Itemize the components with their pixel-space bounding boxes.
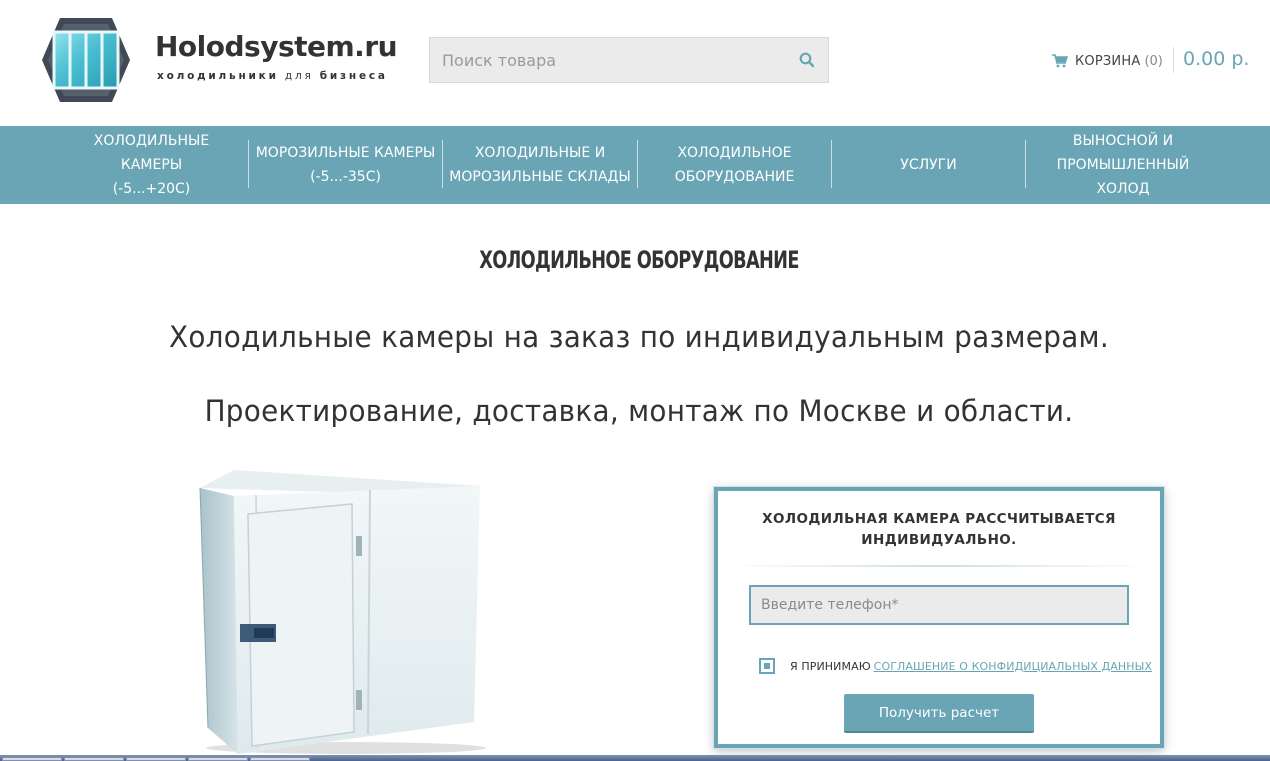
search-input[interactable] <box>430 38 790 82</box>
phone-field[interactable] <box>749 585 1129 625</box>
consent-row: Я ПРИНИМАЮ СОГЛАШЕНИЕ О КОНФИДИЦИАЛЬНЫХ … <box>759 657 1152 675</box>
nav-item-services[interactable]: УСЛУГИ <box>832 140 1025 190</box>
cart-label: КОРЗИНА <box>1075 53 1141 69</box>
site-header: Holodsystem.ru холодильники для бизнеса … <box>0 0 1270 126</box>
cart-total[interactable]: 0.00 р. <box>1183 48 1249 70</box>
cart-divider <box>1173 47 1174 73</box>
page-title: ХОЛОДИЛЬНОЕ ОБОРУДОВАНИЕ <box>479 246 799 274</box>
taskbar-button[interactable] <box>250 757 310 761</box>
privacy-agreement-link[interactable]: СОГЛАШЕНИЕ О КОНФИДИЦИАЛЬНЫХ ДАННЫХ <box>874 660 1152 673</box>
logo-icon <box>42 18 130 102</box>
nav-item-freezer-rooms[interactable]: МОРОЗИЛЬНЫЕ КАМЕРЫ (-5...-35С) <box>249 140 442 190</box>
consent-checkbox[interactable] <box>759 658 775 674</box>
taskbar-button[interactable] <box>2 757 62 761</box>
taskbar-button[interactable] <box>126 757 186 761</box>
form-title: ХОЛОДИЛЬНАЯ КАМЕРА РАССЧИТЫВАЕТСЯ ИНДИВИД… <box>762 511 1116 548</box>
taskbar-button[interactable] <box>188 757 248 761</box>
search-bar <box>429 37 829 83</box>
consent-text: Я ПРИНИМАЮ <box>790 659 871 673</box>
nav-item-remote-cooling[interactable]: ВЫНОСНОЙ И ПРОМЫШЛЕННЫЙ ХОЛОД <box>1026 133 1220 197</box>
site-logo[interactable]: Holodsystem.ru холодильники для бизнеса <box>40 14 400 106</box>
nav-item-equipment[interactable]: ХОЛОДИЛЬНОЕ ОБОРУДОВАНИЕ <box>638 140 831 190</box>
logo-title: Holodsystem.ru <box>155 30 398 63</box>
cold-room-image <box>199 470 486 754</box>
main-nav: ХОЛОДИЛЬНЫЕ КАМЕРЫ (-5...+20С) МОРОЗИЛЬНЫ… <box>0 126 1270 204</box>
cart-count: (0) <box>1144 53 1163 69</box>
get-quote-button[interactable]: Получить расчет <box>844 694 1034 733</box>
calculation-form: ХОЛОДИЛЬНАЯ КАМЕРА РАССЧИТЫВАЕТСЯ ИНДИВИД… <box>714 487 1164 748</box>
logo-tagline: холодильники для бизнеса <box>157 70 388 82</box>
cart-link[interactable]: КОРЗИНА (0) <box>1052 50 1163 72</box>
lead-text-1: Холодильные камеры на заказ по индивидуа… <box>169 320 1109 354</box>
nav-item-cold-rooms[interactable]: ХОЛОДИЛЬНЫЕ КАМЕРЫ (-5...+20С) <box>55 133 248 197</box>
form-divider <box>728 565 1150 567</box>
taskbar-button[interactable] <box>64 757 124 761</box>
search-icon[interactable] <box>798 51 816 69</box>
lead-text-2: Проектирование, доставка, монтаж по Моск… <box>204 394 1074 428</box>
cart-icon <box>1052 54 1068 68</box>
nav-item-warehouses[interactable]: ХОЛОДИЛЬНЫЕ И МОРОЗИЛЬНЫЕ СКЛАДЫ <box>443 140 637 190</box>
